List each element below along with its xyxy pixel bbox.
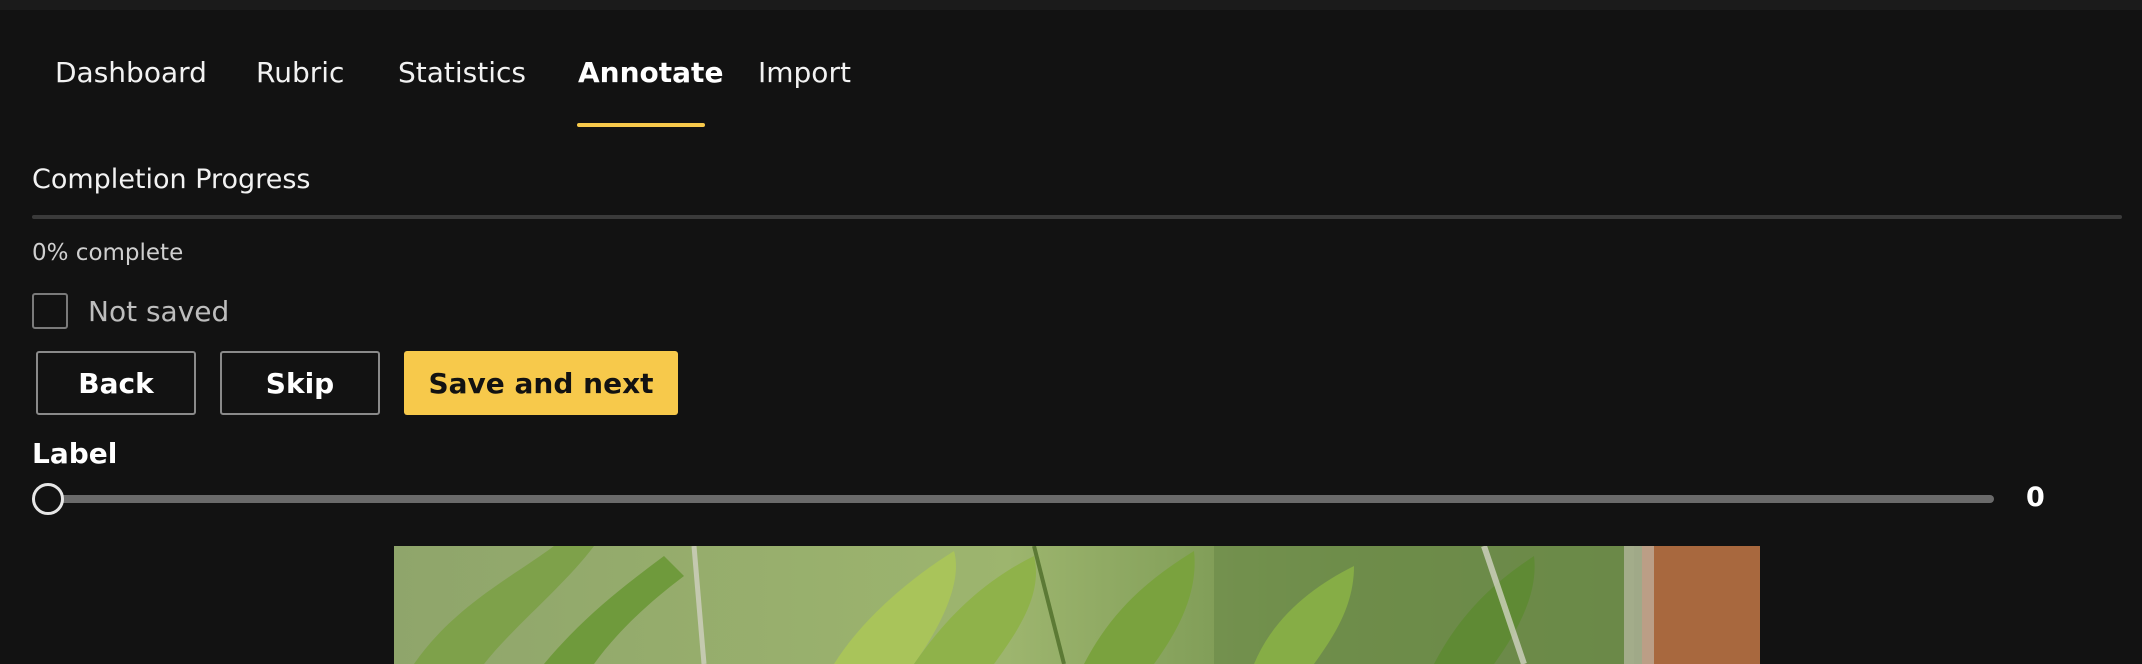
leaf-photo-image xyxy=(394,546,1760,664)
tab-annotate[interactable]: Annotate xyxy=(578,56,723,89)
annotation-image xyxy=(394,546,1760,664)
tab-dashboard[interactable]: Dashboard xyxy=(55,56,207,89)
saved-checkbox[interactable] xyxy=(32,293,68,329)
tab-rubric[interactable]: Rubric xyxy=(256,56,344,89)
back-button[interactable]: Back xyxy=(36,351,196,415)
tab-statistics[interactable]: Statistics xyxy=(398,56,526,89)
save-and-next-button[interactable]: Save and next xyxy=(404,351,678,415)
saved-label: Not saved xyxy=(88,295,230,328)
label-slider-value: 0 xyxy=(2026,482,2045,513)
label-title: Label xyxy=(32,437,118,470)
label-slider-thumb[interactable] xyxy=(32,483,64,515)
tab-import[interactable]: Import xyxy=(758,56,851,89)
label-slider-track[interactable] xyxy=(32,495,1994,503)
progress-text: 0% complete xyxy=(32,240,184,266)
skip-button[interactable]: Skip xyxy=(220,351,380,415)
active-tab-indicator xyxy=(577,123,705,127)
progress-title: Completion Progress xyxy=(32,164,311,195)
top-bar xyxy=(0,0,2142,10)
progress-bar xyxy=(32,215,2122,219)
